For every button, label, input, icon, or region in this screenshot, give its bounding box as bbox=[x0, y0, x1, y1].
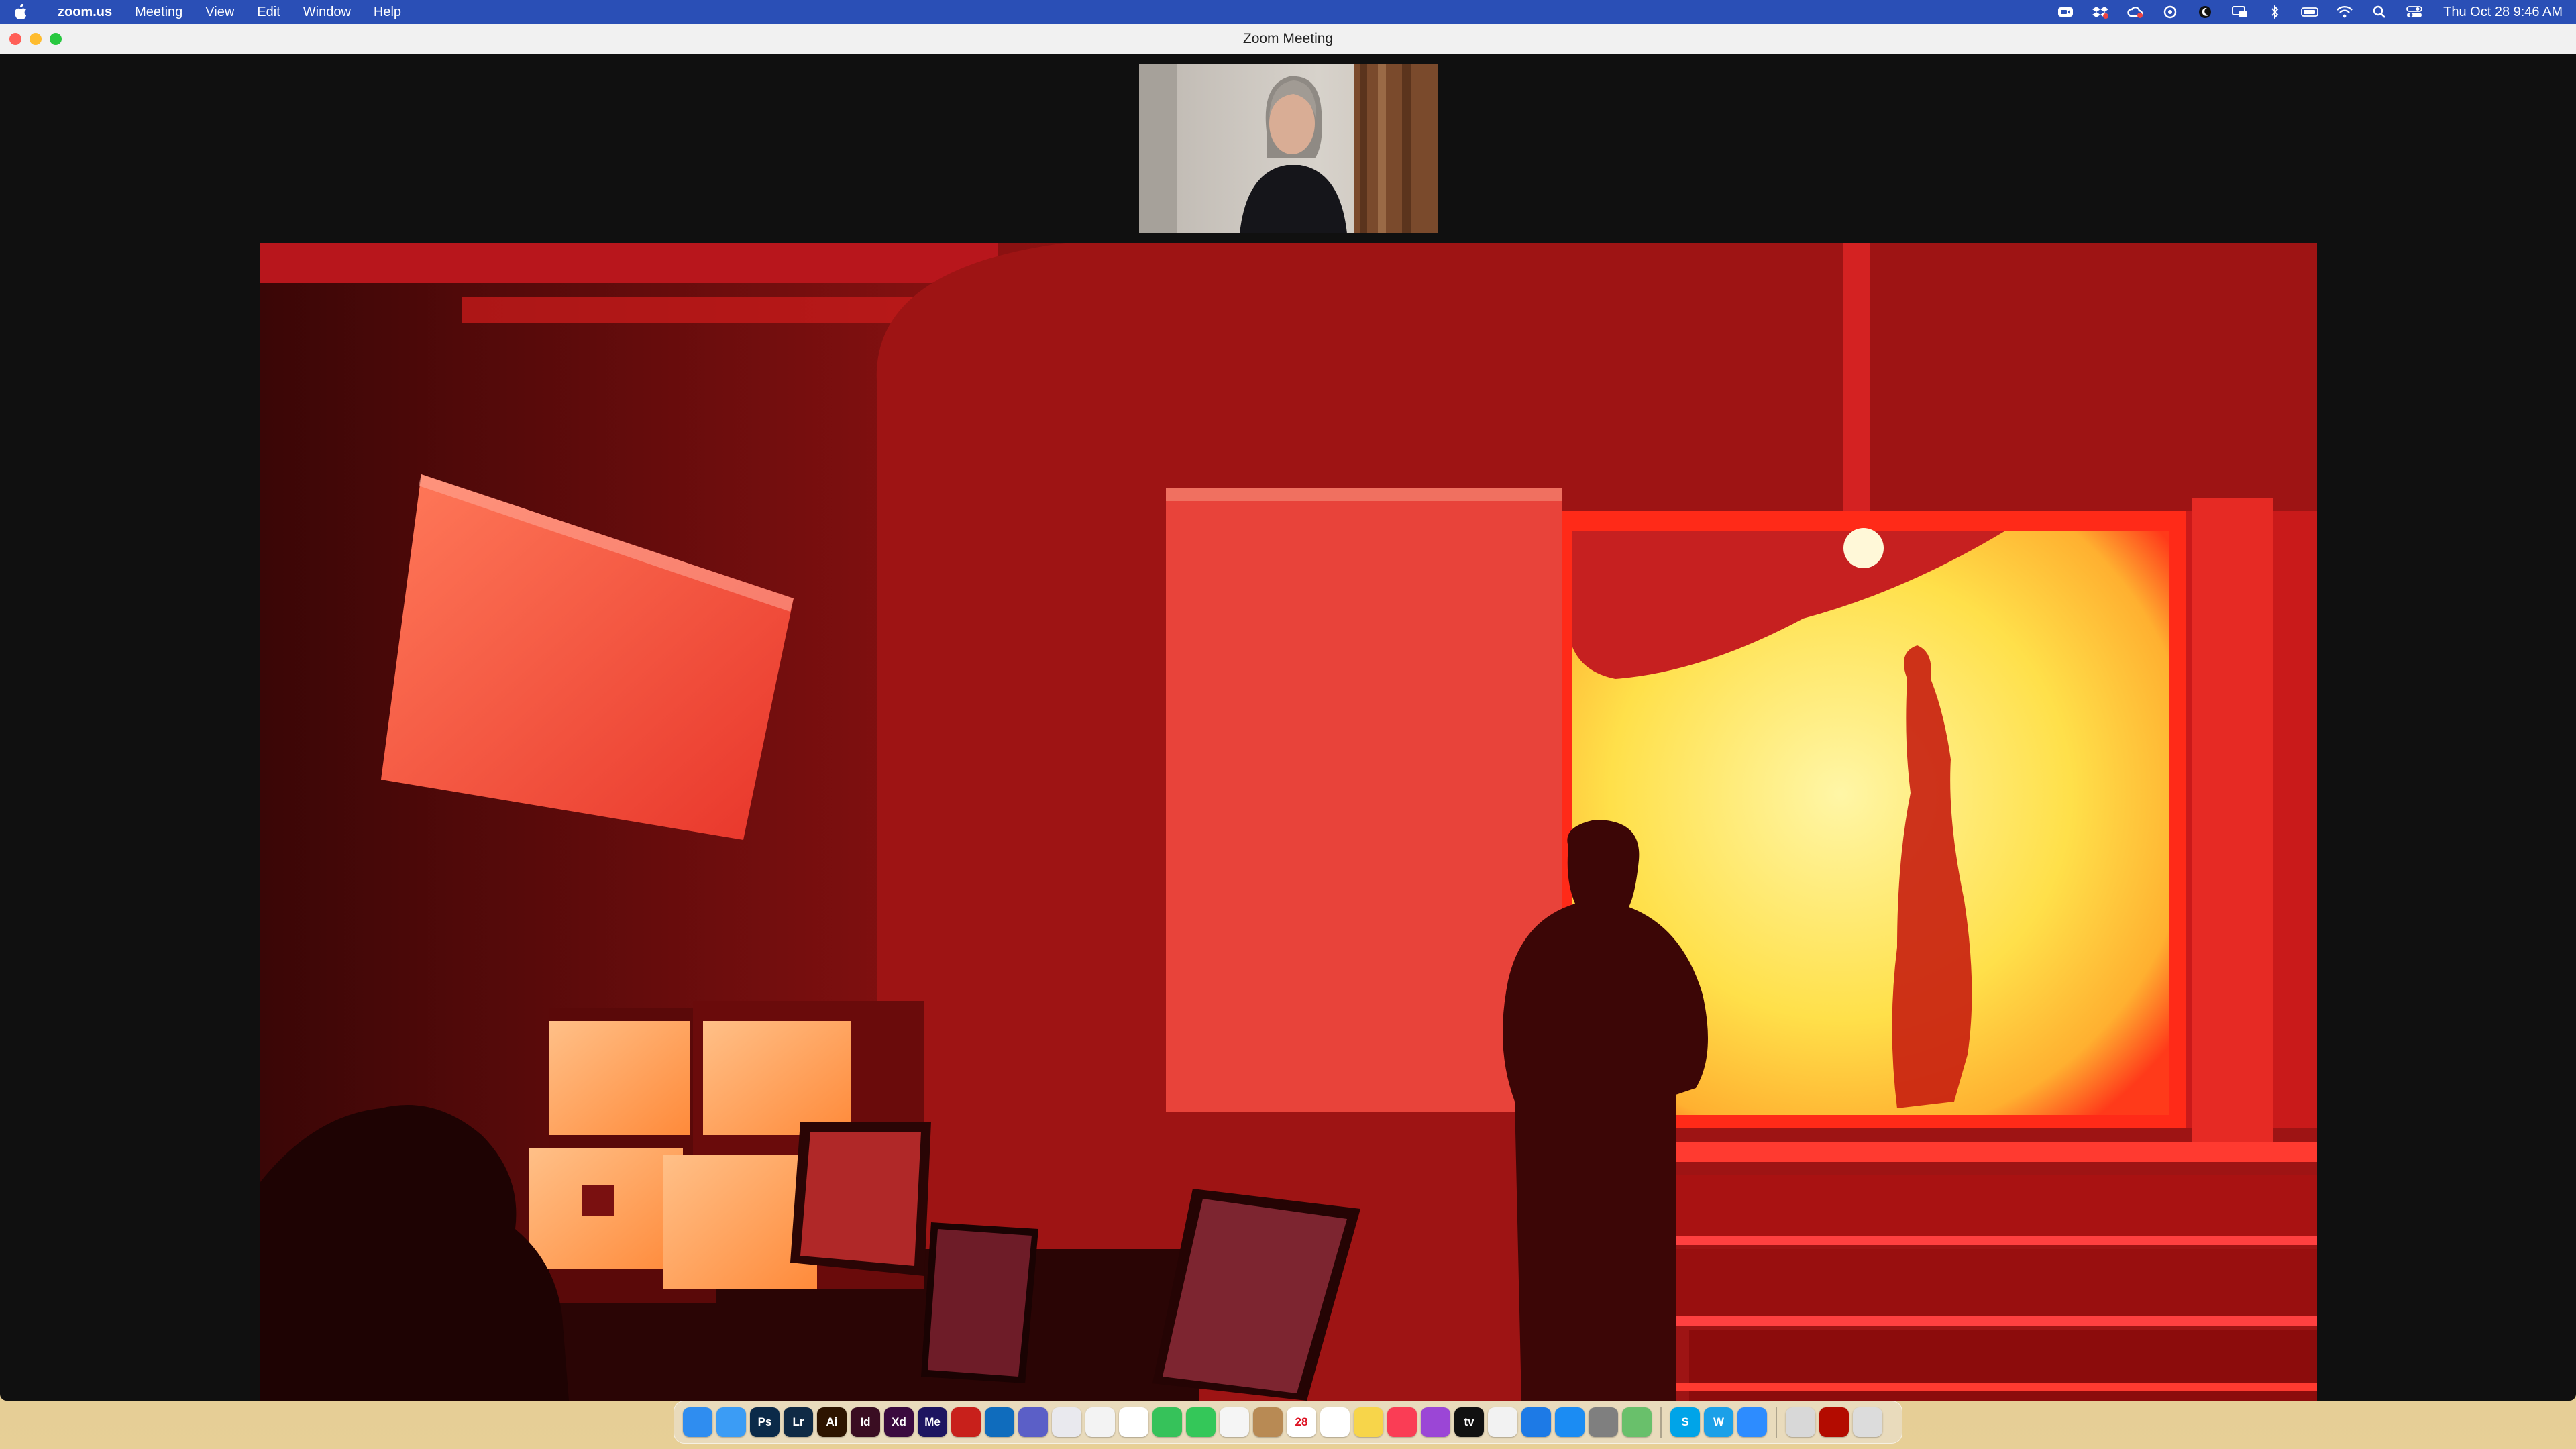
outlook-icon[interactable] bbox=[985, 1407, 1014, 1437]
teams-icon[interactable] bbox=[1018, 1407, 1048, 1437]
launchpad-icon[interactable] bbox=[1052, 1407, 1081, 1437]
menu-bar: zoom.us Meeting View Edit Window Help Th… bbox=[0, 0, 2576, 24]
media-encoder-label: Me bbox=[924, 1415, 941, 1428]
sync-icon[interactable] bbox=[2161, 5, 2179, 19]
menu-bar-clock[interactable]: Thu Oct 28 9:46 AM bbox=[2443, 5, 2563, 20]
maps-icon[interactable] bbox=[1622, 1407, 1652, 1437]
skype-label: S bbox=[1681, 1415, 1689, 1428]
creative-cloud-icon[interactable] bbox=[2127, 5, 2144, 19]
dropbox-icon[interactable] bbox=[2092, 5, 2109, 19]
photoshop-label: Ps bbox=[757, 1415, 772, 1428]
tv-label: tv bbox=[1464, 1415, 1474, 1428]
spotlight-search-icon[interactable] bbox=[2371, 5, 2388, 19]
media-encoder-icon[interactable]: Me bbox=[918, 1407, 947, 1437]
window-titlebar: Zoom Meeting bbox=[0, 24, 2576, 54]
facetime-icon[interactable] bbox=[1152, 1407, 1182, 1437]
zoom-meeting-window: Zoom Meeting bbox=[0, 24, 2576, 1401]
indesign-label: Id bbox=[860, 1415, 871, 1428]
news-icon[interactable] bbox=[1488, 1407, 1517, 1437]
wifi-icon[interactable] bbox=[2336, 5, 2353, 19]
skype-icon[interactable]: S bbox=[1670, 1407, 1700, 1437]
acrobat-icon[interactable] bbox=[951, 1407, 981, 1437]
tv-icon[interactable]: tv bbox=[1454, 1407, 1484, 1437]
app-menu[interactable]: zoom.us bbox=[58, 5, 112, 20]
music-icon[interactable] bbox=[1387, 1407, 1417, 1437]
chrome-icon[interactable] bbox=[1085, 1407, 1115, 1437]
apple-menu-icon[interactable] bbox=[13, 4, 40, 20]
close-window-button[interactable] bbox=[9, 33, 21, 45]
notes-icon[interactable] bbox=[1354, 1407, 1383, 1437]
main-video-feed[interactable] bbox=[260, 243, 2317, 1401]
menu-meeting[interactable]: Meeting bbox=[135, 5, 182, 20]
webex-icon[interactable]: W bbox=[1704, 1407, 1733, 1437]
acrobat-reader-icon[interactable] bbox=[1819, 1407, 1849, 1437]
app-store-icon[interactable] bbox=[1555, 1407, 1585, 1437]
dock: Ps Lr Ai Id Xd Me 28 tv S W bbox=[674, 1401, 1902, 1444]
dock-separator bbox=[1776, 1407, 1777, 1438]
calendar-label: 28 bbox=[1295, 1415, 1308, 1428]
screen-mirroring-icon[interactable] bbox=[2231, 5, 2249, 19]
keynote-icon[interactable] bbox=[1521, 1407, 1551, 1437]
battery-icon[interactable] bbox=[2301, 5, 2319, 19]
contacts-icon[interactable] bbox=[1253, 1407, 1283, 1437]
xd-icon[interactable]: Xd bbox=[884, 1407, 914, 1437]
illustrator-icon[interactable]: Ai bbox=[817, 1407, 847, 1437]
bluetooth-icon[interactable] bbox=[2266, 5, 2284, 19]
safari-icon[interactable] bbox=[716, 1407, 746, 1437]
control-center-icon[interactable] bbox=[2406, 5, 2423, 19]
lightroom-icon[interactable]: Lr bbox=[784, 1407, 813, 1437]
zoom-icon[interactable] bbox=[1737, 1407, 1767, 1437]
photoshop-icon[interactable]: Ps bbox=[750, 1407, 780, 1437]
calendar-icon[interactable]: 28 bbox=[1287, 1407, 1316, 1437]
minimize-window-button[interactable] bbox=[30, 33, 42, 45]
window-controls bbox=[9, 33, 70, 45]
webex-label: W bbox=[1713, 1415, 1725, 1428]
indesign-icon[interactable]: Id bbox=[851, 1407, 880, 1437]
menu-view[interactable]: View bbox=[205, 5, 234, 20]
illustrator-label: Ai bbox=[826, 1415, 838, 1428]
lightroom-label: Lr bbox=[792, 1415, 804, 1428]
podcasts-icon[interactable] bbox=[1421, 1407, 1450, 1437]
moon-icon[interactable] bbox=[2196, 5, 2214, 19]
slack-icon[interactable] bbox=[1119, 1407, 1148, 1437]
photos-icon[interactable] bbox=[1220, 1407, 1249, 1437]
dock-separator bbox=[1660, 1407, 1662, 1438]
trash-icon[interactable] bbox=[1853, 1407, 1882, 1437]
window-title: Zoom Meeting bbox=[1242, 31, 1334, 46]
menu-edit[interactable]: Edit bbox=[257, 5, 280, 20]
fullscreen-window-button[interactable] bbox=[50, 33, 62, 45]
menu-help[interactable]: Help bbox=[374, 5, 401, 20]
participant-video-thumbnail[interactable] bbox=[1139, 64, 1438, 233]
menu-window[interactable]: Window bbox=[303, 5, 351, 20]
zoom-status-icon[interactable] bbox=[2057, 5, 2074, 19]
messages-icon[interactable] bbox=[1186, 1407, 1216, 1437]
printer-icon[interactable] bbox=[1786, 1407, 1815, 1437]
finder-icon[interactable] bbox=[683, 1407, 712, 1437]
reminders-icon[interactable] bbox=[1320, 1407, 1350, 1437]
xd-label: Xd bbox=[892, 1415, 906, 1428]
system-preferences-icon[interactable] bbox=[1589, 1407, 1618, 1437]
